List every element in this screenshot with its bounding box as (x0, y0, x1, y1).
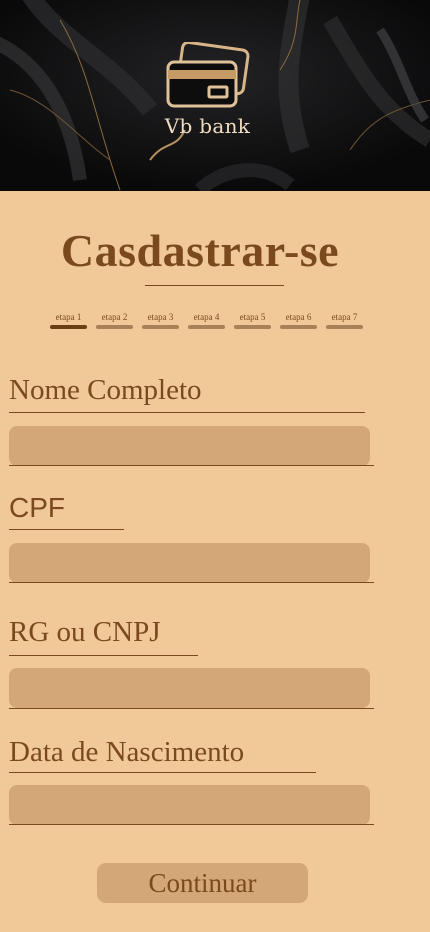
step-1[interactable]: etapa 1 (50, 312, 87, 329)
nascimento-label-underline (9, 772, 316, 773)
step-4[interactable]: etapa 4 (188, 312, 225, 329)
birthdate-input-underline (9, 824, 374, 825)
header-banner: Vb bank (0, 0, 430, 191)
step-bar (50, 325, 87, 329)
cpf-label: CPF (9, 492, 65, 523)
nome-label: Nome Completo (9, 374, 202, 406)
step-7[interactable]: etapa 7 (326, 312, 363, 329)
step-bar (96, 325, 133, 329)
step-label: etapa 1 (55, 312, 82, 322)
credit-cards-icon (166, 42, 250, 108)
title-underline (145, 285, 284, 286)
nome-label-underline (9, 412, 365, 413)
rg-cnpj-input[interactable] (9, 668, 370, 708)
rg-label: RG ou CNPJ (9, 616, 161, 648)
brand-name: Vb bank (164, 114, 251, 138)
step-label: etapa 7 (331, 312, 358, 322)
step-3[interactable]: etapa 3 (142, 312, 179, 329)
step-label: etapa 4 (193, 312, 220, 322)
step-bar (326, 325, 363, 329)
nome-input[interactable] (9, 426, 370, 466)
birthdate-input[interactable] (9, 785, 370, 825)
continue-button[interactable]: Continuar (97, 863, 308, 903)
step-bar (142, 325, 179, 329)
rg-label-underline (9, 655, 198, 656)
rg-input-underline (9, 708, 374, 709)
step-label: etapa 3 (147, 312, 174, 322)
step-bar (280, 325, 317, 329)
nome-input-underline (9, 465, 374, 466)
step-bar (188, 325, 225, 329)
cpf-input[interactable] (9, 543, 370, 583)
nascimento-label: Data de Nascimento (9, 736, 245, 768)
step-label: etapa 6 (285, 312, 312, 322)
step-6[interactable]: etapa 6 (280, 312, 317, 329)
step-label: etapa 5 (239, 312, 266, 322)
cpf-input-underline (9, 582, 374, 583)
step-bar (234, 325, 271, 329)
step-label: etapa 2 (101, 312, 128, 322)
cpf-label-underline (9, 529, 124, 530)
step-2[interactable]: etapa 2 (96, 312, 133, 329)
page-title: Casdastrar-se (60, 225, 340, 276)
step-5[interactable]: etapa 5 (234, 312, 271, 329)
